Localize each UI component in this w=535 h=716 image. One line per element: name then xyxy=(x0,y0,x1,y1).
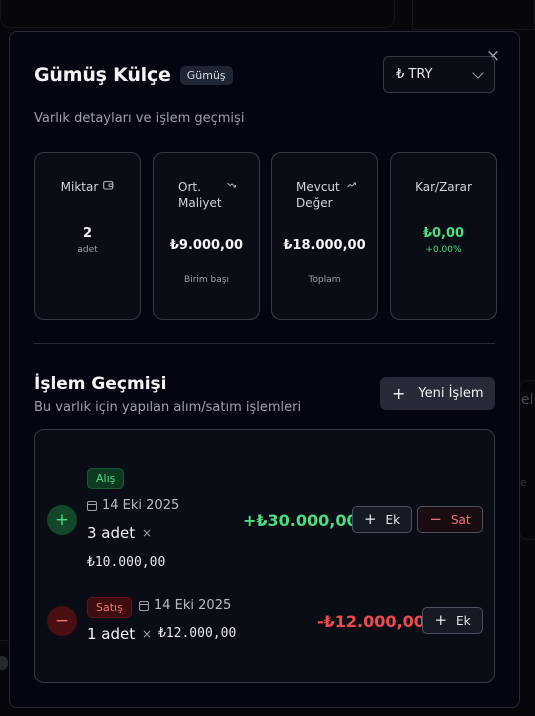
sell-button[interactable]: − Sat xyxy=(417,506,483,533)
chevron-down-icon xyxy=(472,66,484,79)
stat-card-profit-loss: Kar/Zarar ₺0,00 +0.00% xyxy=(390,152,497,320)
stat-label: Ort. Maliyet xyxy=(178,180,222,210)
transaction-amount: -₺12.000,00 xyxy=(317,612,425,631)
stat-card-avg-cost: Ort. Maliyet ₺9.000,00 Birim başı xyxy=(153,152,260,320)
stat-card-quantity: Miktar 2 adet xyxy=(34,152,141,320)
stat-value: ₺18.000,00 xyxy=(283,238,366,253)
stat-sub: Birim başı xyxy=(184,275,229,285)
stat-value: ₺0,00 xyxy=(422,226,465,241)
transaction-quantity: 1 adet xyxy=(87,625,136,643)
stat-value: ₺9.000,00 xyxy=(169,238,244,253)
trend-icon xyxy=(227,180,237,194)
dialog-subtitle: Varlık detayları ve işlem geçmişi xyxy=(34,111,245,126)
currency-select[interactable]: ₺ TRY xyxy=(383,56,495,93)
stat-card-current-value: Mevcut Değer ₺18.000,00 Toplam xyxy=(271,152,378,320)
buy-icon: + xyxy=(47,505,77,535)
stat-label: Miktar xyxy=(60,180,99,194)
currency-value: ₺ TRY xyxy=(396,67,433,82)
add-more-label: Ek xyxy=(456,613,471,628)
stat-sub: +0.00% xyxy=(425,245,462,255)
sell-label: Sat xyxy=(450,512,471,527)
transaction-list: + Alış 14 Eki 2025 3 adet × ₺10.000,00 +… xyxy=(34,429,495,683)
category-badge: Gümüş xyxy=(179,65,233,85)
plus-icon: + xyxy=(434,611,448,629)
calendar-icon xyxy=(139,600,149,611)
new-transaction-button[interactable]: + Yeni İşlem xyxy=(380,377,495,410)
sell-icon: − xyxy=(47,606,77,636)
asset-detail-dialog: × Gümüş Külçe Gümüş ₺ TRY Varlık detayla… xyxy=(9,31,520,708)
add-more-label: Ek xyxy=(385,512,401,527)
stat-label: Mevcut Değer xyxy=(296,180,340,210)
transaction-date-text: 14 Eki 2025 xyxy=(102,498,180,513)
dialog-title: Gümüş Külçe xyxy=(34,64,171,86)
transaction-date-text: 14 Eki 2025 xyxy=(154,598,232,613)
plus-icon: + xyxy=(392,383,406,403)
wallet-icon xyxy=(103,180,114,195)
multiply-sign: × xyxy=(142,526,153,540)
transaction-amount: +₺30.000,00 xyxy=(243,511,358,530)
stat-value: 2 xyxy=(82,226,93,241)
new-transaction-label: Yeni İşlem xyxy=(418,386,484,401)
transaction-quantity: 3 adet xyxy=(87,524,136,542)
trend-icon xyxy=(347,180,357,194)
history-subtitle: Bu varlık için yapılan alım/satım işleml… xyxy=(34,400,302,415)
transaction-date: 14 Eki 2025 xyxy=(139,598,231,613)
add-more-button[interactable]: + Ek xyxy=(352,506,412,533)
stat-sub: Toplam xyxy=(308,275,341,285)
transaction-type-badge: Alış xyxy=(87,468,125,489)
transaction-date: 14 Eki 2025 xyxy=(87,498,179,513)
transaction-unit-price: ₺12.000,00 xyxy=(158,626,237,641)
add-more-button[interactable]: + Ek xyxy=(422,607,483,634)
dialog-header: Gümüş Külçe Gümüş xyxy=(34,64,233,86)
section-divider xyxy=(34,343,495,344)
calendar-icon xyxy=(87,500,97,511)
minus-icon: − xyxy=(429,510,442,528)
multiply-sign: × xyxy=(142,627,153,641)
plus-icon: + xyxy=(363,510,377,528)
stat-label: Kar/Zarar xyxy=(415,180,472,194)
transaction-unit-price: ₺10.000,00 xyxy=(87,555,166,570)
stat-sub: adet xyxy=(77,245,98,255)
history-title: İşlem Geçmişi xyxy=(34,374,167,394)
transaction-type-badge: Satış xyxy=(87,597,132,618)
